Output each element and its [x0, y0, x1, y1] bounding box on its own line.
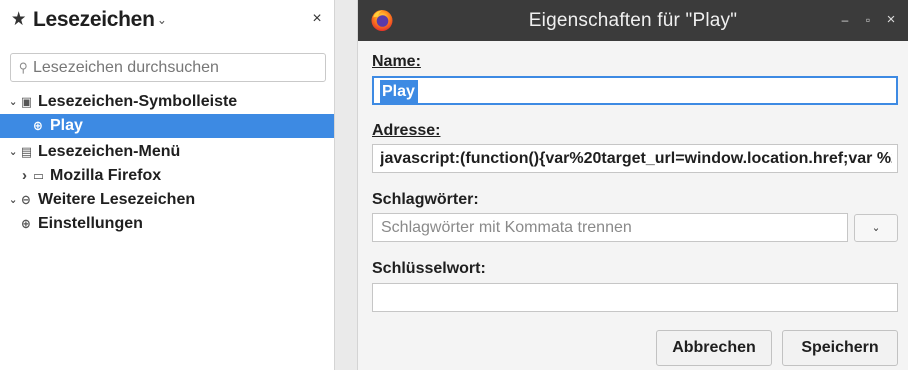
close-dialog-button[interactable]: × [882, 10, 900, 30]
sidebar-splitter[interactable] [334, 0, 358, 370]
dialog-title: Eigenschaften für "Play" [528, 10, 738, 31]
bookmark-search-input[interactable] [33, 57, 321, 78]
bookmarks-sidebar: ★ Lesezeichen ⌄ × ⚲ ⌄ ▣ Lesezeichen-Symb… [0, 0, 334, 370]
name-label: Name: [372, 53, 421, 70]
cancel-button[interactable]: Abbrechen [656, 330, 772, 366]
menu-folder-icon: ▤ [21, 144, 33, 159]
chevron-down-icon[interactable]: ⌄ [157, 11, 167, 29]
name-field[interactable] [372, 76, 898, 105]
tree-item-label: Weitere Lesezeichen [38, 191, 196, 208]
tree-item-mozilla-firefox[interactable]: › ▭ Mozilla Firefox [0, 164, 334, 188]
chevron-down-icon: ⌄ [871, 222, 881, 234]
tree-item-other-bookmarks[interactable]: ⌄ ⊖ Weitere Lesezeichen [0, 188, 334, 212]
save-button[interactable]: Speichern [782, 330, 898, 366]
sidebar-title[interactable]: Lesezeichen [33, 8, 155, 32]
chevron-right-icon[interactable]: › [22, 164, 27, 188]
close-sidebar-button[interactable]: × [307, 9, 327, 29]
name-field-selected-text[interactable]: Play [380, 80, 418, 104]
chevron-down-icon[interactable]: ⌄ [9, 140, 17, 164]
toolbar-folder-icon: ▣ [21, 94, 33, 109]
keyword-input[interactable] [372, 283, 898, 312]
tags-dropdown-button[interactable]: ⌄ [854, 214, 898, 242]
tree-item-label: Lesezeichen-Symbolleiste [38, 93, 238, 110]
tree-item-bookmarks-toolbar[interactable]: ⌄ ▣ Lesezeichen-Symbolleiste [0, 90, 334, 114]
address-label: Adresse: [372, 122, 441, 139]
dialog-titlebar[interactable]: Eigenschaften für "Play" – ▫ × [358, 0, 908, 41]
globe-icon: ⊕ [21, 216, 31, 231]
minimize-button[interactable]: – [836, 10, 854, 30]
tree-item-bookmarks-menu[interactable]: ⌄ ▤ Lesezeichen-Menü [0, 140, 334, 164]
tree-item-label: Play [50, 117, 83, 134]
folder-icon: ▭ [33, 168, 45, 183]
text-cursor [379, 81, 380, 103]
chevron-down-icon[interactable]: ⌄ [9, 90, 17, 114]
tree-item-label: Mozilla Firefox [50, 167, 162, 184]
maximize-button[interactable]: ▫ [859, 10, 877, 30]
other-bookmarks-icon: ⊖ [21, 192, 31, 207]
sidebar-header: ★ Lesezeichen ⌄ × [0, 0, 334, 44]
tree-item-label: Lesezeichen-Menü [38, 143, 181, 160]
globe-icon: ⊕ [33, 118, 43, 133]
address-field-value[interactable]: javascript:(function(){var%20target_url=… [380, 147, 892, 171]
tree-item-einstellungen[interactable]: ⊕ Einstellungen [0, 212, 334, 236]
tags-label: Schlagwörter: [372, 191, 479, 208]
bookmark-properties-dialog: Eigenschaften für "Play" – ▫ × Name: Pla… [358, 0, 908, 370]
tags-input[interactable] [372, 213, 848, 242]
chevron-down-icon[interactable]: ⌄ [9, 188, 17, 212]
search-icon: ⚲ [19, 60, 28, 75]
tree-item-play[interactable]: ⊕ Play [0, 114, 334, 138]
bookmark-search-box[interactable]: ⚲ [10, 53, 326, 82]
keyword-label: Schlüsselwort: [372, 260, 486, 277]
tree-item-label: Einstellungen [38, 215, 143, 232]
star-icon: ★ [11, 9, 27, 30]
